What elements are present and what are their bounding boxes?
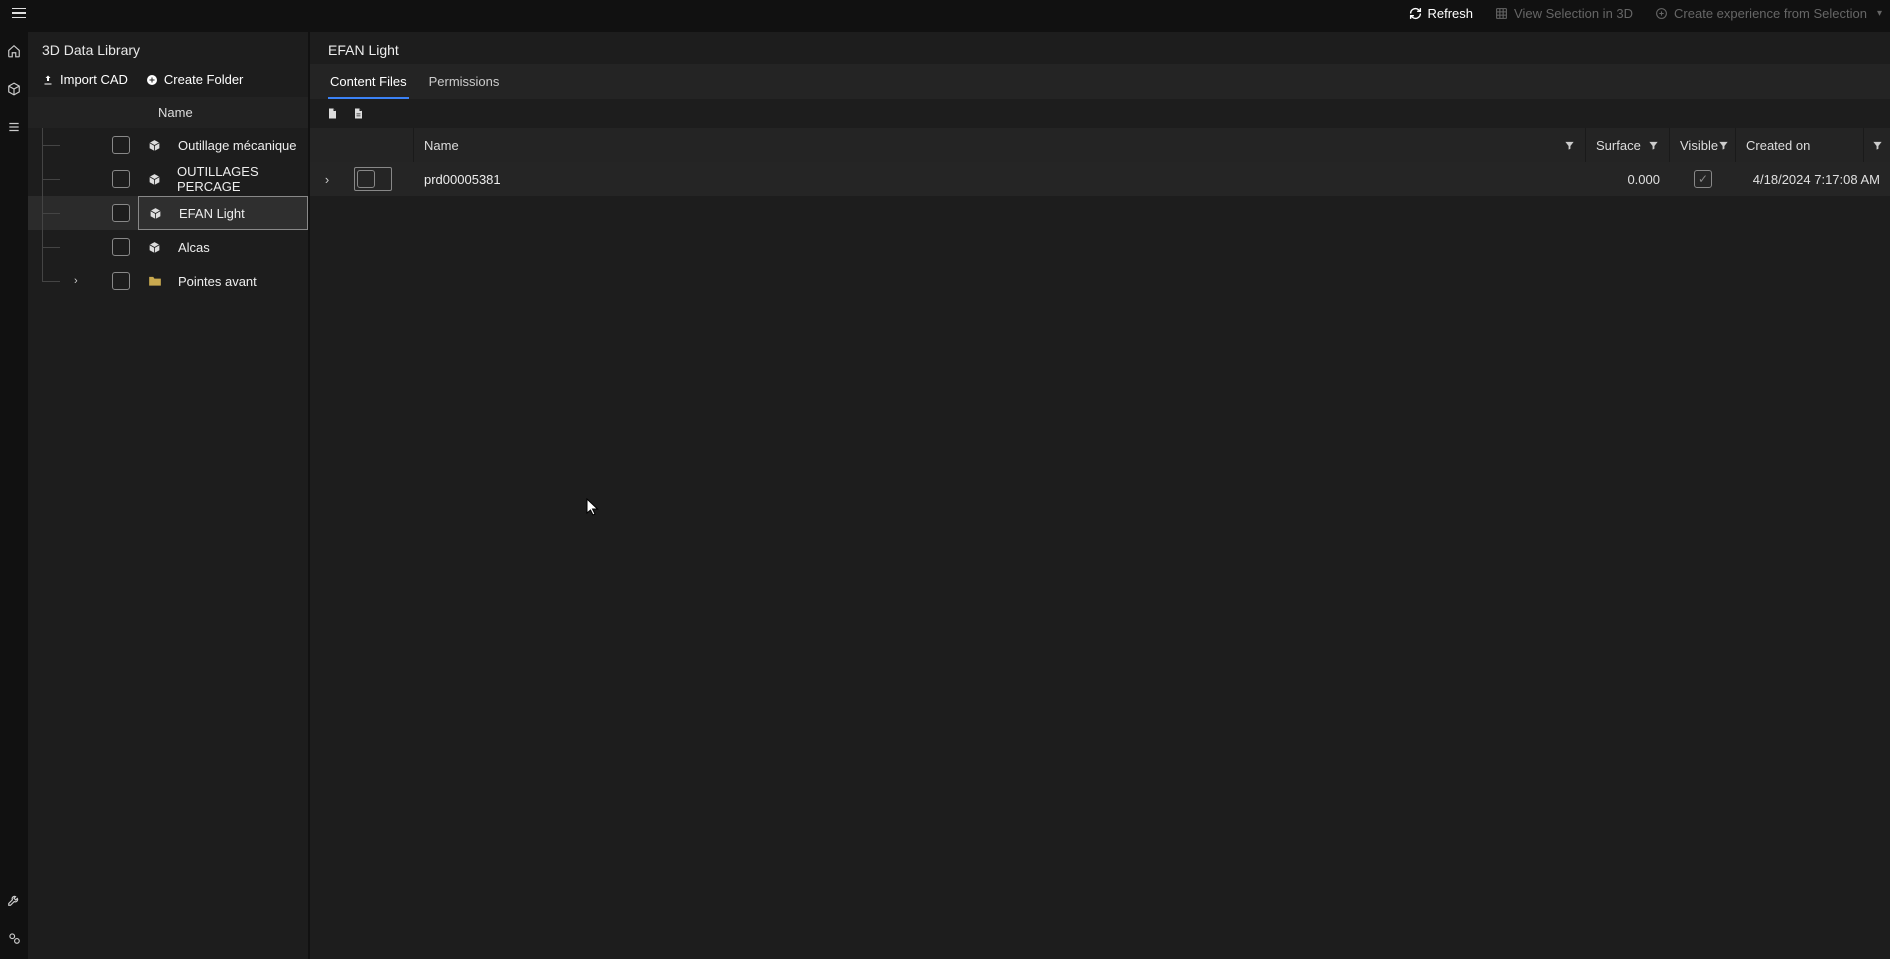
cube-icon: [148, 139, 162, 152]
list-icon[interactable]: [7, 120, 21, 134]
grid-body: › prd000053810.000 ✓ 4/18/2024 7:17:08 AM: [310, 162, 1890, 196]
tree-item[interactable]: Alcas: [28, 230, 308, 264]
plus-circle-icon: [146, 74, 158, 86]
tree-item[interactable]: › Pointes avant: [28, 264, 308, 298]
import-cad-label: Import CAD: [60, 72, 128, 87]
cell-surface: 0.000: [1586, 162, 1670, 196]
grid-header: Name Surface Visible Created on: [310, 128, 1890, 162]
cube-icon[interactable]: [7, 82, 21, 96]
filter-icon[interactable]: [1718, 140, 1729, 151]
create-experience-button: Create experience from Selection ▾: [1655, 6, 1882, 21]
import-cad-button[interactable]: Import CAD: [42, 72, 128, 87]
refresh-icon: [1409, 7, 1422, 20]
create-folder-button[interactable]: Create Folder: [146, 72, 243, 87]
library-title: 3D Data Library: [28, 32, 308, 66]
tree-item[interactable]: Outillage mécanique: [28, 128, 308, 162]
folder-icon: [148, 275, 162, 287]
home-icon[interactable]: [7, 44, 21, 58]
content-panel: EFAN Light Content Files Permissions Nam…: [308, 26, 1890, 959]
grid-row[interactable]: › prd000053810.000 ✓ 4/18/2024 7:17:08 AM: [310, 162, 1890, 196]
chevron-down-icon: ▾: [1877, 8, 1882, 19]
left-icon-rail: [0, 26, 28, 959]
tree-item-label: Outillage mécanique: [178, 138, 297, 153]
tree-item-label: Alcas: [178, 240, 210, 255]
tree-item[interactable]: EFAN Light: [28, 196, 308, 230]
visible-checkbox[interactable]: ✓: [1694, 170, 1712, 188]
tree-item-label: Pointes avant: [178, 274, 257, 289]
cell-created: 4/18/2024 7:17:08 AM: [1736, 162, 1890, 196]
menu-icon[interactable]: [8, 4, 30, 23]
library-name-column[interactable]: Name: [28, 97, 308, 128]
create-experience-label: Create experience from Selection: [1674, 6, 1867, 21]
upload-icon: [42, 74, 54, 86]
filter-icon[interactable]: [1648, 140, 1659, 151]
settings-icon[interactable]: [7, 931, 21, 945]
chevron-right-icon[interactable]: ›: [74, 275, 78, 287]
checkbox[interactable]: [112, 204, 130, 222]
checkbox-wrap[interactable]: [354, 167, 392, 191]
expand-row-icon[interactable]: ›: [310, 162, 344, 196]
tree-item[interactable]: OUTILLAGES PERCAGE: [28, 162, 308, 196]
top-toolbar: Refresh View Selection in 3D Create expe…: [0, 0, 1890, 26]
tab-content-files[interactable]: Content Files: [328, 68, 409, 99]
cube-icon: [149, 207, 163, 220]
file-icon[interactable]: [352, 107, 364, 120]
checkbox[interactable]: [112, 238, 130, 256]
cell-name: prd00005381: [414, 162, 1586, 196]
tree-item-label: EFAN Light: [179, 206, 245, 221]
col-created[interactable]: Created on: [1736, 128, 1864, 162]
col-surface[interactable]: Surface: [1586, 128, 1670, 162]
create-folder-label: Create Folder: [164, 72, 243, 87]
content-title: EFAN Light: [310, 32, 1890, 64]
cube-icon: [148, 173, 161, 186]
checkbox[interactable]: [112, 170, 130, 188]
tab-permissions[interactable]: Permissions: [427, 68, 502, 99]
col-name[interactable]: Name: [414, 128, 1586, 162]
refresh-button[interactable]: Refresh: [1409, 6, 1474, 21]
filter-icon[interactable]: [1564, 140, 1575, 151]
wrench-icon[interactable]: [7, 893, 21, 907]
cube-icon: [148, 241, 162, 254]
grid-3d-icon: [1495, 7, 1508, 20]
plus-circle-icon: [1655, 7, 1668, 20]
file-add-icon[interactable]: [326, 107, 338, 120]
checkbox[interactable]: [112, 272, 130, 290]
refresh-label: Refresh: [1428, 6, 1474, 21]
library-panel: 3D Data Library Import CAD Create Folder…: [28, 26, 308, 959]
view-3d-button: View Selection in 3D: [1495, 6, 1633, 21]
filter-icon[interactable]: [1872, 140, 1883, 151]
col-visible[interactable]: Visible: [1670, 128, 1736, 162]
checkbox[interactable]: [112, 136, 130, 154]
tree-item-label: OUTILLAGES PERCAGE: [177, 164, 308, 194]
col-filter[interactable]: [1864, 128, 1890, 162]
library-tree: Outillage mécanique OUTILLAGES PERCAGE EFA…: [28, 128, 308, 298]
view-3d-label: View Selection in 3D: [1514, 6, 1633, 21]
